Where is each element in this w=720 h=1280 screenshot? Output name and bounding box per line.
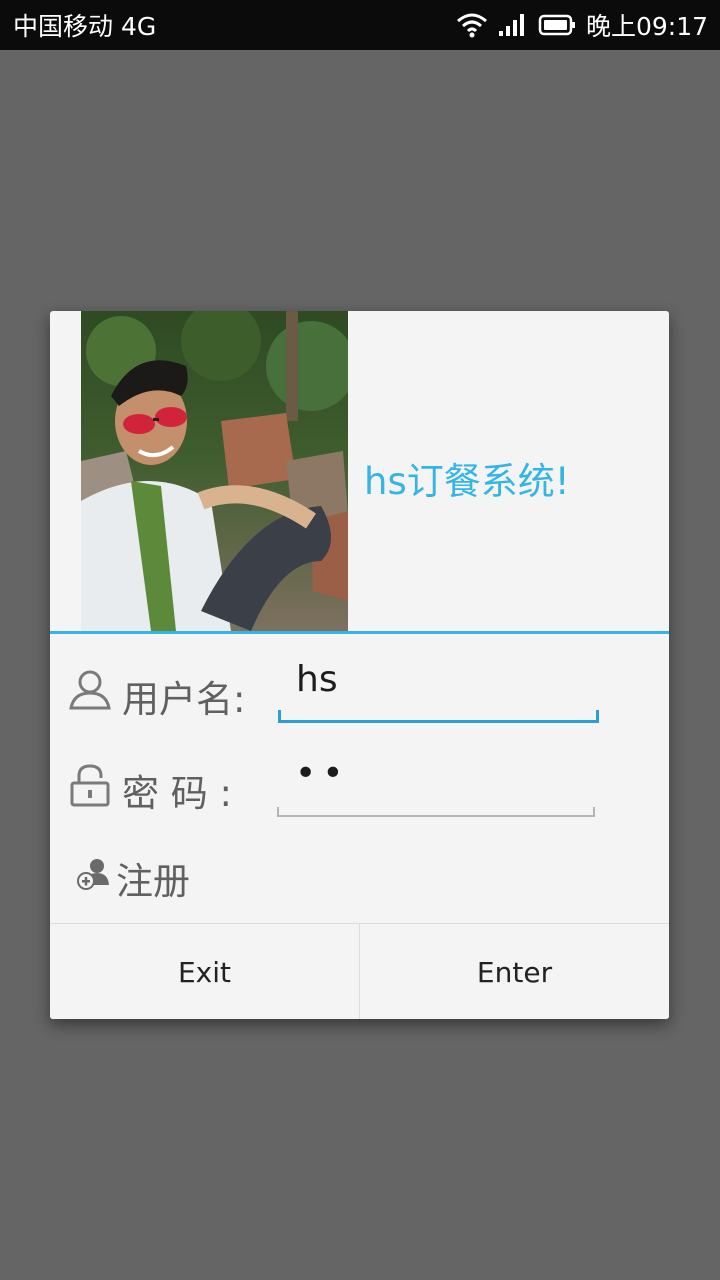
password-row: 密 码 : •• <box>50 745 669 825</box>
password-value: •• <box>295 753 350 794</box>
status-bar: 中国移动 4G 晚上09:17 <box>0 0 720 50</box>
user-icon <box>68 669 112 715</box>
register-label: 注册 <box>116 860 190 903</box>
username-input[interactable]: hs <box>278 651 599 723</box>
lock-icon <box>68 763 112 811</box>
wifi-icon <box>456 12 488 38</box>
exit-button[interactable]: Exit <box>50 924 359 1019</box>
add-user-icon <box>76 857 110 900</box>
carrier-label: 中国移动 4G <box>13 12 157 41</box>
password-input[interactable]: •• <box>277 745 595 817</box>
enter-button[interactable]: Enter <box>359 924 669 1019</box>
username-value: hs <box>296 659 338 700</box>
dialog-buttons: Exit Enter <box>50 923 669 1019</box>
status-icons: 晚上09:17 <box>456 7 720 43</box>
register-link[interactable]: 注册 <box>76 851 190 905</box>
signal-icon <box>498 13 528 37</box>
password-label: 密 码 : <box>122 772 232 815</box>
login-dialog: hs订餐系统! 用户名: hs 密 码 : •• 注册 Exit Enter <box>50 311 669 1019</box>
battery-icon <box>538 13 576 37</box>
profile-photo <box>81 311 348 631</box>
username-label: 用户名: <box>122 678 246 721</box>
username-row: 用户名: hs <box>50 651 669 731</box>
app-title: hs订餐系统! <box>364 460 570 503</box>
clock-label: 晚上09:17 <box>585 12 708 41</box>
dialog-header: hs订餐系统! <box>50 311 669 634</box>
